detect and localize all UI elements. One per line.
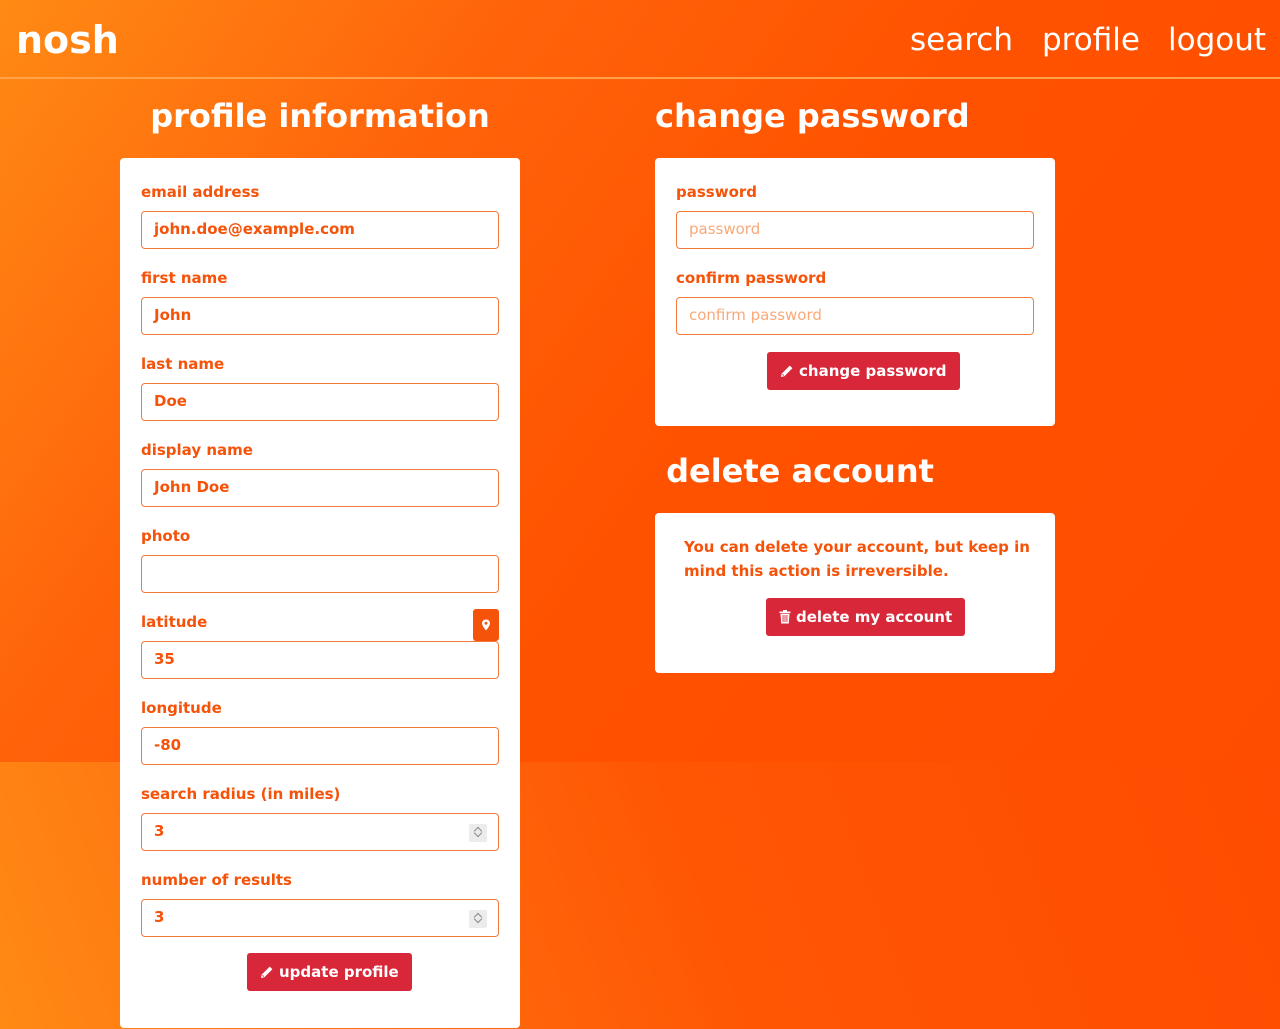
delete-account-label: delete my account: [796, 608, 953, 626]
email-field[interactable]: john.doe@example.com: [141, 211, 499, 249]
number-of-results-field[interactable]: 3: [141, 899, 499, 937]
nav-logout-link[interactable]: logout: [1168, 20, 1266, 60]
map-marker-icon: [482, 619, 490, 631]
delete-account-title: delete account: [666, 452, 934, 490]
locate-button[interactable]: [473, 609, 499, 641]
number-of-results-label: number of results: [141, 871, 292, 889]
photo-field[interactable]: [141, 555, 499, 593]
nav-profile-link[interactable]: profile: [1042, 20, 1140, 60]
longitude-field[interactable]: -80: [141, 727, 499, 765]
password-field[interactable]: password: [676, 211, 1034, 249]
change-password-card: password password confirm password confi…: [655, 158, 1055, 426]
display-name-label: display name: [141, 441, 253, 459]
password-label: password: [676, 183, 758, 201]
pencil-icon: [261, 966, 273, 978]
profile-information-title: profile information: [150, 97, 490, 135]
navbar: nosh search profile logout: [0, 0, 1280, 79]
brand-logo[interactable]: nosh: [16, 18, 119, 62]
confirm-password-label: confirm password: [676, 269, 827, 287]
delete-warning-text: You can delete your account, but keep in…: [684, 538, 1030, 580]
change-password-button[interactable]: change password: [767, 352, 960, 390]
search-radius-value: 3: [154, 822, 165, 840]
nav-search-link[interactable]: search: [910, 20, 1013, 60]
profile-card: email address john.doe@example.com first…: [120, 158, 520, 1028]
confirm-password-field[interactable]: confirm password: [676, 297, 1034, 335]
first-name-field[interactable]: John: [141, 297, 499, 335]
trash-icon: [779, 610, 791, 624]
longitude-label: longitude: [141, 699, 222, 717]
photo-label: photo: [141, 527, 191, 545]
number-of-results-value: 3: [154, 908, 165, 926]
pencil-icon: [781, 365, 793, 377]
latitude-field[interactable]: 35: [141, 641, 499, 679]
delete-account-button[interactable]: delete my account: [766, 598, 966, 636]
last-name-field[interactable]: Doe: [141, 383, 499, 421]
number-spinner-icon[interactable]: [469, 824, 487, 842]
email-label: email address: [141, 183, 260, 201]
display-name-field[interactable]: John Doe: [141, 469, 499, 507]
delete-account-card: You can delete your account, but keep in…: [655, 513, 1055, 673]
update-profile-label: update profile: [279, 963, 399, 981]
search-radius-label: search radius (in miles): [141, 785, 341, 803]
latitude-label: latitude: [141, 613, 208, 631]
change-password-label: change password: [799, 362, 947, 380]
number-spinner-icon[interactable]: [469, 910, 487, 928]
change-password-title: change password: [655, 97, 970, 135]
update-profile-button[interactable]: update profile: [247, 953, 412, 991]
first-name-label: first name: [141, 269, 228, 287]
last-name-label: last name: [141, 355, 225, 373]
search-radius-field[interactable]: 3: [141, 813, 499, 851]
